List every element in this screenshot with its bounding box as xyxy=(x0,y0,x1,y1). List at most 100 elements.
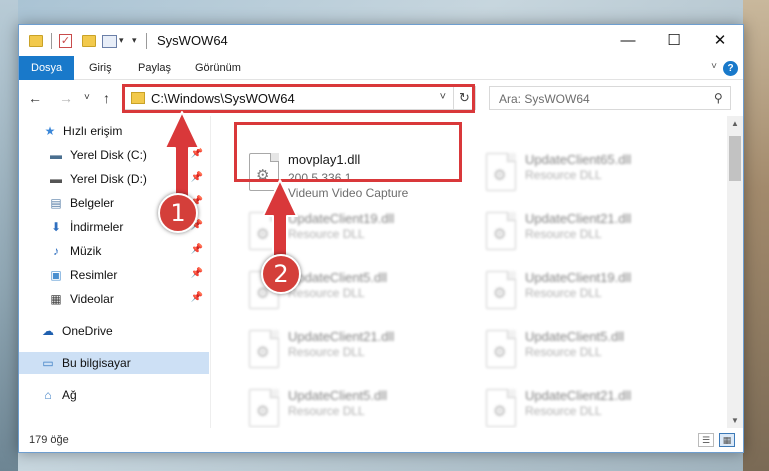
tab-share[interactable]: Paylaş xyxy=(138,56,171,80)
sidebar-item-quick-access[interactable]: ★ Hızlı erişim xyxy=(19,120,209,142)
file-tile[interactable]: ⚙ UpdateClient21.dll Resource DLL xyxy=(240,324,460,378)
file-name: UpdateClient21.dll xyxy=(525,211,632,226)
navigation-pane: ★ Hızlı erişim ▬ Yerel Disk (C:) 📌 ▬ Yer… xyxy=(19,116,211,428)
file-name: UpdateClient5.dll xyxy=(525,329,625,344)
file-description: Resource DLL xyxy=(288,404,365,418)
pictures-icon: ▣ xyxy=(50,268,62,282)
recent-locations-chevron-icon[interactable]: ˅ xyxy=(84,92,90,103)
drive-icon: ▬ xyxy=(50,172,62,186)
folder-icon xyxy=(29,35,43,47)
network-icon: ⌂ xyxy=(44,388,52,402)
search-input[interactable]: Ara: SysWOW64 ⚲ xyxy=(489,86,731,110)
gear-icon: ⚙ xyxy=(256,226,270,243)
file-name: UpdateClient21.dll xyxy=(288,329,395,344)
sidebar-item-pictures[interactable]: ▣ Resimler 📌 xyxy=(19,264,209,286)
dll-file-icon: ⚙ xyxy=(486,153,516,191)
dll-file-icon: ⚙ xyxy=(486,389,516,427)
up-arrow-icon[interactable]: ↑ xyxy=(103,90,110,106)
scrollbar-thumb[interactable] xyxy=(729,136,741,181)
file-tile[interactable]: ⚙ UpdateClient19.dll Resource DLL xyxy=(240,206,460,260)
help-icon[interactable]: ? xyxy=(723,61,738,76)
minimize-button[interactable]: — xyxy=(605,25,651,56)
file-tile[interactable]: ⚙ UpdateClient65.dll Resource DLL xyxy=(477,147,697,201)
file-description: Resource DLL xyxy=(525,345,602,359)
quick-access-chevron-down-icon[interactable]: ▾ xyxy=(119,35,124,51)
sidebar-item-network[interactable]: ⌂ Ağ xyxy=(19,384,209,406)
pin-icon[interactable]: 📌 xyxy=(191,292,203,303)
cloud-icon: ☁ xyxy=(42,324,54,338)
documents-icon: ▤ xyxy=(50,196,62,210)
file-tile[interactable]: ⚙ UpdateClient19.dll Resource DLL xyxy=(477,265,697,319)
maximize-button[interactable]: ☐ xyxy=(651,25,697,56)
file-description: Resource DLL xyxy=(525,404,602,418)
sidebar-item-local-disk-c[interactable]: ▬ Yerel Disk (C:) 📌 xyxy=(19,144,209,166)
file-tile[interactable]: ⚙ UpdateClient21.dll Resource DLL xyxy=(477,206,697,260)
gear-icon: ⚙ xyxy=(493,344,507,361)
dll-file-icon: ⚙ xyxy=(486,271,516,309)
sidebar-item-music[interactable]: ♪ Müzik 📌 xyxy=(19,240,209,262)
file-name: UpdateClient19.dll xyxy=(525,270,632,285)
desktop-background-right xyxy=(743,0,769,471)
tab-view[interactable]: Görünüm xyxy=(195,56,241,80)
file-tile[interactable]: ⚙ UpdateClient21.dll Resource DLL xyxy=(477,383,697,428)
pin-icon[interactable]: 📌 xyxy=(191,172,203,183)
tab-home[interactable]: Giriş xyxy=(89,56,112,80)
sidebar-item-label: OneDrive xyxy=(62,324,113,338)
download-icon: ⬇ xyxy=(50,220,62,234)
back-arrow-icon[interactable]: ← xyxy=(28,90,42,106)
address-highlight-box xyxy=(122,84,475,113)
scroll-up-icon[interactable]: ▲ xyxy=(731,119,739,128)
dll-file-icon: ⚙ xyxy=(249,389,279,427)
gear-icon: ⚙ xyxy=(256,344,270,361)
drive-icon: ▬ xyxy=(50,148,62,162)
pin-icon[interactable]: 📌 xyxy=(191,244,203,255)
sidebar-item-local-disk-d[interactable]: ▬ Yerel Disk (D:) 📌 xyxy=(19,168,209,190)
file-name: UpdateClient5.dll xyxy=(288,388,388,403)
search-icon: ⚲ xyxy=(714,91,723,105)
pin-icon[interactable]: 📌 xyxy=(191,148,203,159)
gear-icon: ⚙ xyxy=(493,226,507,243)
window-title: SysWOW64 xyxy=(157,33,228,48)
toolbar-separator xyxy=(146,33,147,49)
sidebar-item-onedrive[interactable]: ☁ OneDrive xyxy=(19,320,209,342)
gear-icon: ⚙ xyxy=(493,403,507,420)
customize-toolbar-dropdown-icon[interactable]: ▾ xyxy=(132,35,137,51)
sidebar-item-label: Yerel Disk (C:) xyxy=(70,148,147,162)
file-name: UpdateClient21.dll xyxy=(525,388,632,403)
scroll-down-icon[interactable]: ▼ xyxy=(731,416,739,425)
computer-icon: ▭ xyxy=(42,356,54,370)
file-tile[interactable]: ⚙ UpdateClient5.dll Resource DLL xyxy=(477,324,697,378)
file-name: UpdateClient5.dll xyxy=(288,270,388,285)
toolbar-separator xyxy=(51,33,52,49)
gear-icon: ⚙ xyxy=(256,403,270,420)
sidebar-item-label: Müzik xyxy=(70,244,102,258)
file-tile[interactable]: ⚙ UpdateClient5.dll Resource DLL xyxy=(240,383,460,428)
tiles-view-icon[interactable]: ▦ xyxy=(719,433,735,447)
file-description: Resource DLL xyxy=(288,227,365,241)
pin-icon[interactable]: 📌 xyxy=(191,268,203,279)
step-badge-1: 1 xyxy=(158,193,198,233)
ribbon-expand-chevron-icon[interactable]: ˅ xyxy=(711,61,717,72)
details-view-icon[interactable]: ☰ xyxy=(698,433,714,447)
desktop-background-left xyxy=(0,0,18,471)
file-description: Resource DLL xyxy=(525,168,602,182)
gear-icon: ⚙ xyxy=(493,285,507,302)
dll-file-icon: ⚙ xyxy=(249,212,279,250)
step-badge-2: 2 xyxy=(261,254,301,294)
file-description: Resource DLL xyxy=(525,227,602,241)
close-button[interactable]: ✕ xyxy=(697,25,743,56)
sidebar-item-label: Yerel Disk (D:) xyxy=(70,172,147,186)
sidebar-item-label: Resimler xyxy=(70,268,118,282)
new-folder-icon[interactable] xyxy=(82,35,96,47)
vertical-scrollbar[interactable]: ▲ ▼ xyxy=(727,116,743,428)
sidebar-item-label: Belgeler xyxy=(70,196,115,210)
ribbon-tabs: Dosya Giriş Paylaş Görünüm ˅ ? xyxy=(19,56,743,80)
tab-file[interactable]: Dosya xyxy=(19,56,75,80)
properties-check-icon[interactable]: ✓ xyxy=(59,34,72,48)
music-icon: ♪ xyxy=(53,244,59,258)
quick-access-properties-icon[interactable] xyxy=(102,35,117,48)
forward-arrow-icon[interactable]: → xyxy=(59,90,73,106)
sidebar-item-this-pc[interactable]: ▭ Bu bilgisayar xyxy=(19,352,209,374)
sidebar-item-videos[interactable]: ▦ Videolar 📌 xyxy=(19,288,209,310)
file-description: Resource DLL xyxy=(525,286,602,300)
